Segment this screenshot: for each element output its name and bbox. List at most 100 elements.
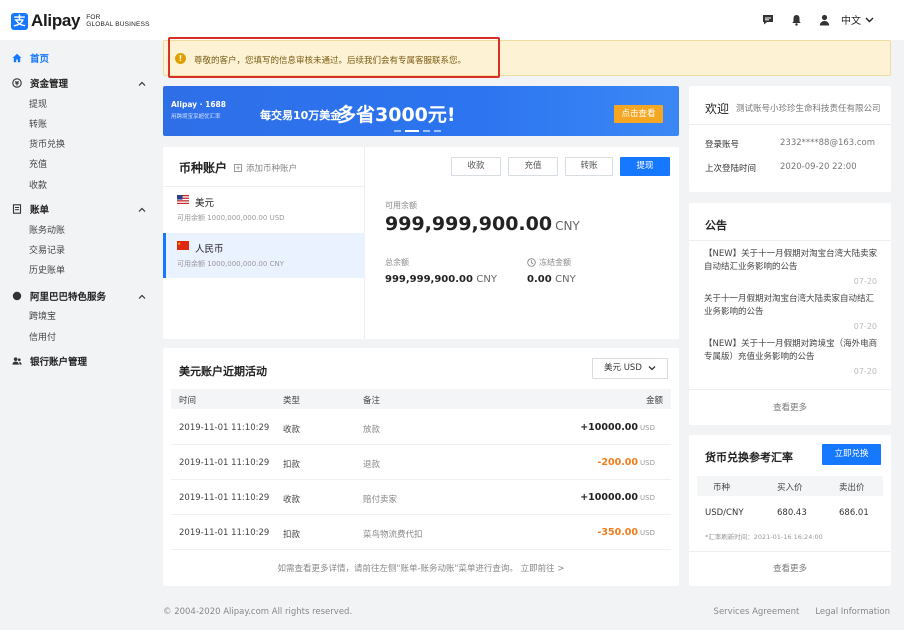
currency-select[interactable]: 美元 USD (592, 358, 668, 379)
sidebar-item-kuajingbao[interactable]: 跨境宝 (29, 309, 56, 322)
sidebar-item-topup[interactable]: 充值 (29, 157, 47, 170)
sidebar-group-bills[interactable]: 账单 (12, 202, 49, 216)
total-balance-value: 999,999,900.00 (385, 274, 473, 285)
receive-button[interactable]: 收款 (451, 157, 501, 176)
sidebar-group-bank-accounts[interactable]: 银行账户管理 (12, 354, 87, 368)
sidebar-item-transfer[interactable]: 转账 (29, 117, 47, 130)
sidebar-item-history-bills[interactable]: 历史账单 (29, 263, 65, 276)
sidebar-item-withdraw[interactable]: 提现 (29, 97, 47, 110)
frozen-amount-currency: CNY (555, 274, 576, 285)
chevron-up-icon[interactable] (138, 206, 146, 214)
col-type: 类型 (283, 396, 301, 406)
notice-more-link[interactable]: 查看更多 (689, 389, 891, 425)
sidebar-item-label: 首页 (30, 54, 50, 65)
row-time: 2019-11-01 11:10:29 (179, 458, 270, 468)
alipay-logo[interactable]: 支 Alipay FOR GLOBAL BUSINESS (11, 11, 150, 31)
row-type: 收款 (283, 425, 301, 435)
add-currency-label: 添加币种账户 (246, 164, 298, 174)
alipay-logo-text: Alipay (31, 11, 81, 30)
bill-icon (12, 204, 22, 214)
transfer-button[interactable]: 转账 (565, 157, 613, 176)
withdraw-button[interactable]: 提现 (620, 157, 670, 176)
available-balance-currency: CNY (555, 219, 580, 233)
frozen-amount-label: 冻结金额 (527, 257, 571, 268)
carousel-dot[interactable] (423, 130, 430, 132)
last-login-value: 2020-09-20 22:00 (780, 162, 857, 172)
chevron-up-icon[interactable] (138, 80, 146, 88)
currency-name: 美元 (195, 198, 215, 209)
alert-highlight-box (168, 37, 500, 78)
plus-icon: + (234, 164, 242, 172)
sidebar-item-ledger[interactable]: 账务动账 (29, 223, 65, 236)
us-flag-icon (177, 195, 189, 204)
row-amount: +10000.00 USD (580, 492, 655, 503)
rate-refresh-note: *汇率刷新时间：2021-01-16 16:24:00 (705, 533, 823, 541)
currency-item-cny[interactable]: 人民币 可用余额 1000,000,000.00 CNY (163, 233, 365, 278)
legal-information-link[interactable]: Legal Information (815, 607, 890, 617)
recent-activity-card: 美元账户近期活动 美元 USD 时间 类型 备注 金额 2019-11-01 1… (163, 348, 679, 586)
notice-item[interactable]: 【NEW】关于十一月假期对跨境宝（海外电商专属版）充值业务影响的公告 (704, 338, 879, 364)
row-type: 扣款 (283, 460, 301, 470)
clock-icon[interactable] (527, 258, 536, 267)
table-row[interactable]: 2019-11-01 11:10:29 收款 赔付卖家 +10000.00 USD (171, 480, 671, 515)
amount-unit: USD (640, 459, 655, 467)
row-amount: +10000.00 USD (580, 422, 655, 433)
sidebar-item-receive[interactable]: 收款 (29, 178, 47, 191)
table-row[interactable]: 2019-11-01 11:10:29 扣款 菜鸟物流费代扣 -350.00 US… (171, 515, 671, 550)
funds-icon: ¥ (12, 78, 22, 88)
col-amount: 金额 (645, 396, 663, 406)
carousel-dot[interactable] (394, 130, 401, 132)
amount-unit: USD (640, 494, 655, 502)
sidebar-group-funds[interactable]: ¥ 资金管理 (12, 76, 68, 90)
bell-icon[interactable] (789, 13, 803, 27)
chevron-up-icon[interactable] (138, 293, 146, 301)
login-account-label: 登录账号 (705, 140, 740, 150)
notice-item[interactable]: 【NEW】关于十一月假期对淘宝台湾大陆卖家自动结汇业务影响的公告 (704, 248, 879, 274)
services-agreement-link[interactable]: Services Agreement (714, 607, 800, 617)
sidebar-item-exchange[interactable]: 货币兑换 (29, 137, 65, 150)
message-icon[interactable] (761, 13, 775, 27)
col-currency: 币种 (713, 483, 731, 493)
activity-footer-link[interactable]: 如需查看更多详情，请前往左侧"账单-账务动账"菜单进行查询。 立即前往 > (163, 562, 679, 574)
user-icon[interactable] (817, 13, 831, 27)
company-name: 测试账号小珍珍生命科技责任有限公司 (736, 104, 881, 114)
promo-banner[interactable]: Alipay · 1688 用跨境宝享超优汇率 每交易10万美金 多省3000元… (163, 86, 679, 136)
sidebar-item-transactions[interactable]: 交易记录 (29, 243, 65, 256)
notice-item[interactable]: 关于十一月假期对淘宝台湾大陆卖家自动结汇业务影响的公告 (704, 293, 879, 319)
logo-sub-line-1: FOR (86, 14, 101, 21)
table-row[interactable]: 2019-11-01 11:10:29 扣款 退款 -200.00 USD (171, 445, 671, 480)
banner-view-button[interactable]: 点击查看 (614, 105, 663, 123)
available-balance-value: 999,999,900.00 (385, 213, 553, 235)
language-switcher[interactable]: 中文 (841, 12, 874, 27)
notice-card: 公告 【NEW】关于十一月假期对淘宝台湾大陆卖家自动结汇业务影响的公告 07-2… (689, 203, 891, 425)
amount-value: +10000.00 (580, 422, 639, 433)
row-note: 退款 (363, 460, 381, 470)
welcome-card: 欢迎 测试账号小珍珍生命科技责任有限公司 登录账号 2332****88@163… (689, 86, 891, 192)
carousel-dot-active[interactable] (405, 130, 419, 132)
notice-title: 公告 (705, 219, 727, 232)
row-type: 扣款 (283, 530, 301, 540)
total-balance: 999,999,900.00 CNY (385, 274, 497, 285)
rate-more-link[interactable]: 查看更多 (689, 551, 891, 586)
banner-subtitle: 每交易10万美金 (260, 109, 342, 122)
exchange-now-button[interactable]: 立即兑换 (822, 444, 881, 465)
table-row[interactable]: 2019-11-01 11:10:29 收款 放款 +10000.00 USD (171, 410, 671, 445)
add-currency-account-link[interactable]: + 添加币种账户 (234, 162, 297, 174)
banner-brand-sub: 用跨境宝享超优汇率 (171, 114, 221, 120)
row-note: 菜鸟物流费代扣 (363, 530, 423, 540)
topup-button[interactable]: 充值 (508, 157, 558, 176)
currency-balance: 可用余额 1000,000,000.00 USD (177, 214, 285, 222)
sidebar-item-credit-pay[interactable]: 信用付 (29, 330, 56, 343)
total-balance-currency: CNY (476, 274, 497, 285)
currency-item-usd[interactable]: 美元 可用余额 1000,000,000.00 USD (163, 187, 365, 232)
top-header: 支 Alipay FOR GLOBAL BUSINESS 中文 (0, 0, 904, 40)
sidebar-group-alibaba[interactable]: 阿里巴巴特色服务 (12, 289, 106, 303)
sidebar-group-label: 账单 (30, 205, 50, 216)
notice-date: 07-20 (853, 277, 877, 286)
sidebar-item-home[interactable]: 首页 (12, 51, 49, 65)
frozen-label-text: 冻结金额 (539, 258, 571, 267)
language-label: 中文 (841, 16, 861, 27)
amount-value: -200.00 (597, 457, 639, 468)
row-time: 2019-11-01 11:10:29 (179, 493, 270, 503)
carousel-dot[interactable] (434, 130, 441, 132)
